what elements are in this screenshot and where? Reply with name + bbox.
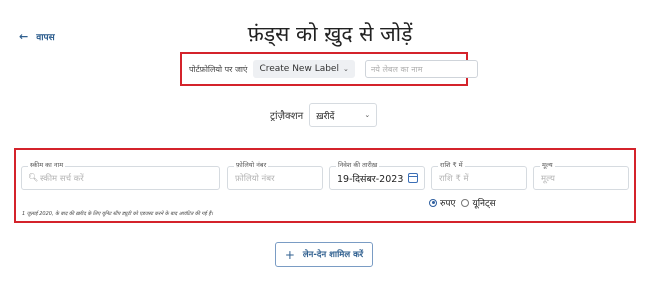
price-placeholder: मूल्य	[541, 174, 555, 184]
price-field-label: मूल्य	[540, 160, 555, 169]
unit-type-radio-group: रुपए यूनिट्स	[429, 196, 496, 209]
new-label-input[interactable]	[364, 60, 478, 78]
transaction-entry-section: स्कीम का नाम 🔍︎ स्कीम सर्च करें फ़ोलियो …	[14, 148, 636, 223]
portfolio-dropdown[interactable]: Create New Label ⌄	[253, 60, 355, 78]
radio-units[interactable]: यूनिट्स	[461, 196, 496, 209]
scheme-placeholder: स्कीम सर्च करें	[40, 174, 84, 184]
date-field-label: निवेश की तारीख़	[336, 160, 380, 169]
chevron-down-icon: ⌄	[342, 65, 349, 73]
amount-field-label: राशि ₹ में	[438, 160, 465, 169]
radio-selected-icon	[429, 198, 437, 207]
radio-units-label: यूनिट्स	[472, 199, 496, 209]
transaction-label: ट्रांज़ैक्शन	[270, 111, 304, 122]
chevron-down-icon: ⌄	[364, 111, 371, 119]
page-title: फ़ंड्स को ख़ुद से जोड़ें	[247, 22, 413, 46]
amount-field[interactable]: राशि ₹ में राशि ₹ में	[431, 160, 527, 190]
plus-icon: +	[284, 247, 295, 262]
price-field[interactable]: मूल्य मूल्य	[533, 160, 629, 190]
scheme-field-label: स्कीम का नाम	[28, 160, 66, 169]
radio-unselected-icon	[461, 198, 470, 207]
investment-date-field[interactable]: निवेश की तारीख़ 19-दिसंबर-2023	[329, 160, 425, 190]
calendar-icon[interactable]	[408, 173, 418, 183]
transaction-row: ट्रांज़ैक्शन ख़रीदें ⌄	[270, 103, 378, 127]
search-icon: 🔍︎	[28, 173, 39, 182]
add-transaction-label: लेन-देन शामिल करें	[302, 250, 364, 260]
folio-field-label: फ़ोलियो नंबर	[234, 160, 269, 169]
date-value: 19-दिसंबर-2023	[337, 174, 404, 185]
transaction-selected-value: ख़रीदें	[316, 111, 335, 122]
folio-placeholder: फ़ोलियो नंबर	[235, 174, 275, 184]
folio-number-field[interactable]: फ़ोलियो नंबर फ़ोलियो नंबर	[227, 160, 323, 190]
portfolio-section: पोर्टफ़ोलियो पर जाएं Create New Label ⌄	[180, 52, 478, 86]
radio-rupees[interactable]: रुपए	[429, 196, 455, 209]
portfolio-selected-value: Create New Label	[259, 64, 339, 74]
portfolio-label: पोर्टफ़ोलियो पर जाएं	[189, 64, 248, 74]
scheme-search-field[interactable]: स्कीम का नाम 🔍︎ स्कीम सर्च करें	[21, 160, 220, 190]
stamp-duty-footnote: 1 जुलाई 2020, के बाद की ख़रीद के लिए यून…	[22, 211, 213, 217]
amount-placeholder: राशि ₹ में	[439, 174, 469, 184]
add-transaction-button[interactable]: + लेन-देन शामिल करें	[275, 242, 373, 267]
transaction-type-dropdown[interactable]: ख़रीदें ⌄	[309, 103, 378, 127]
radio-rupees-label: रुपए	[440, 199, 456, 209]
